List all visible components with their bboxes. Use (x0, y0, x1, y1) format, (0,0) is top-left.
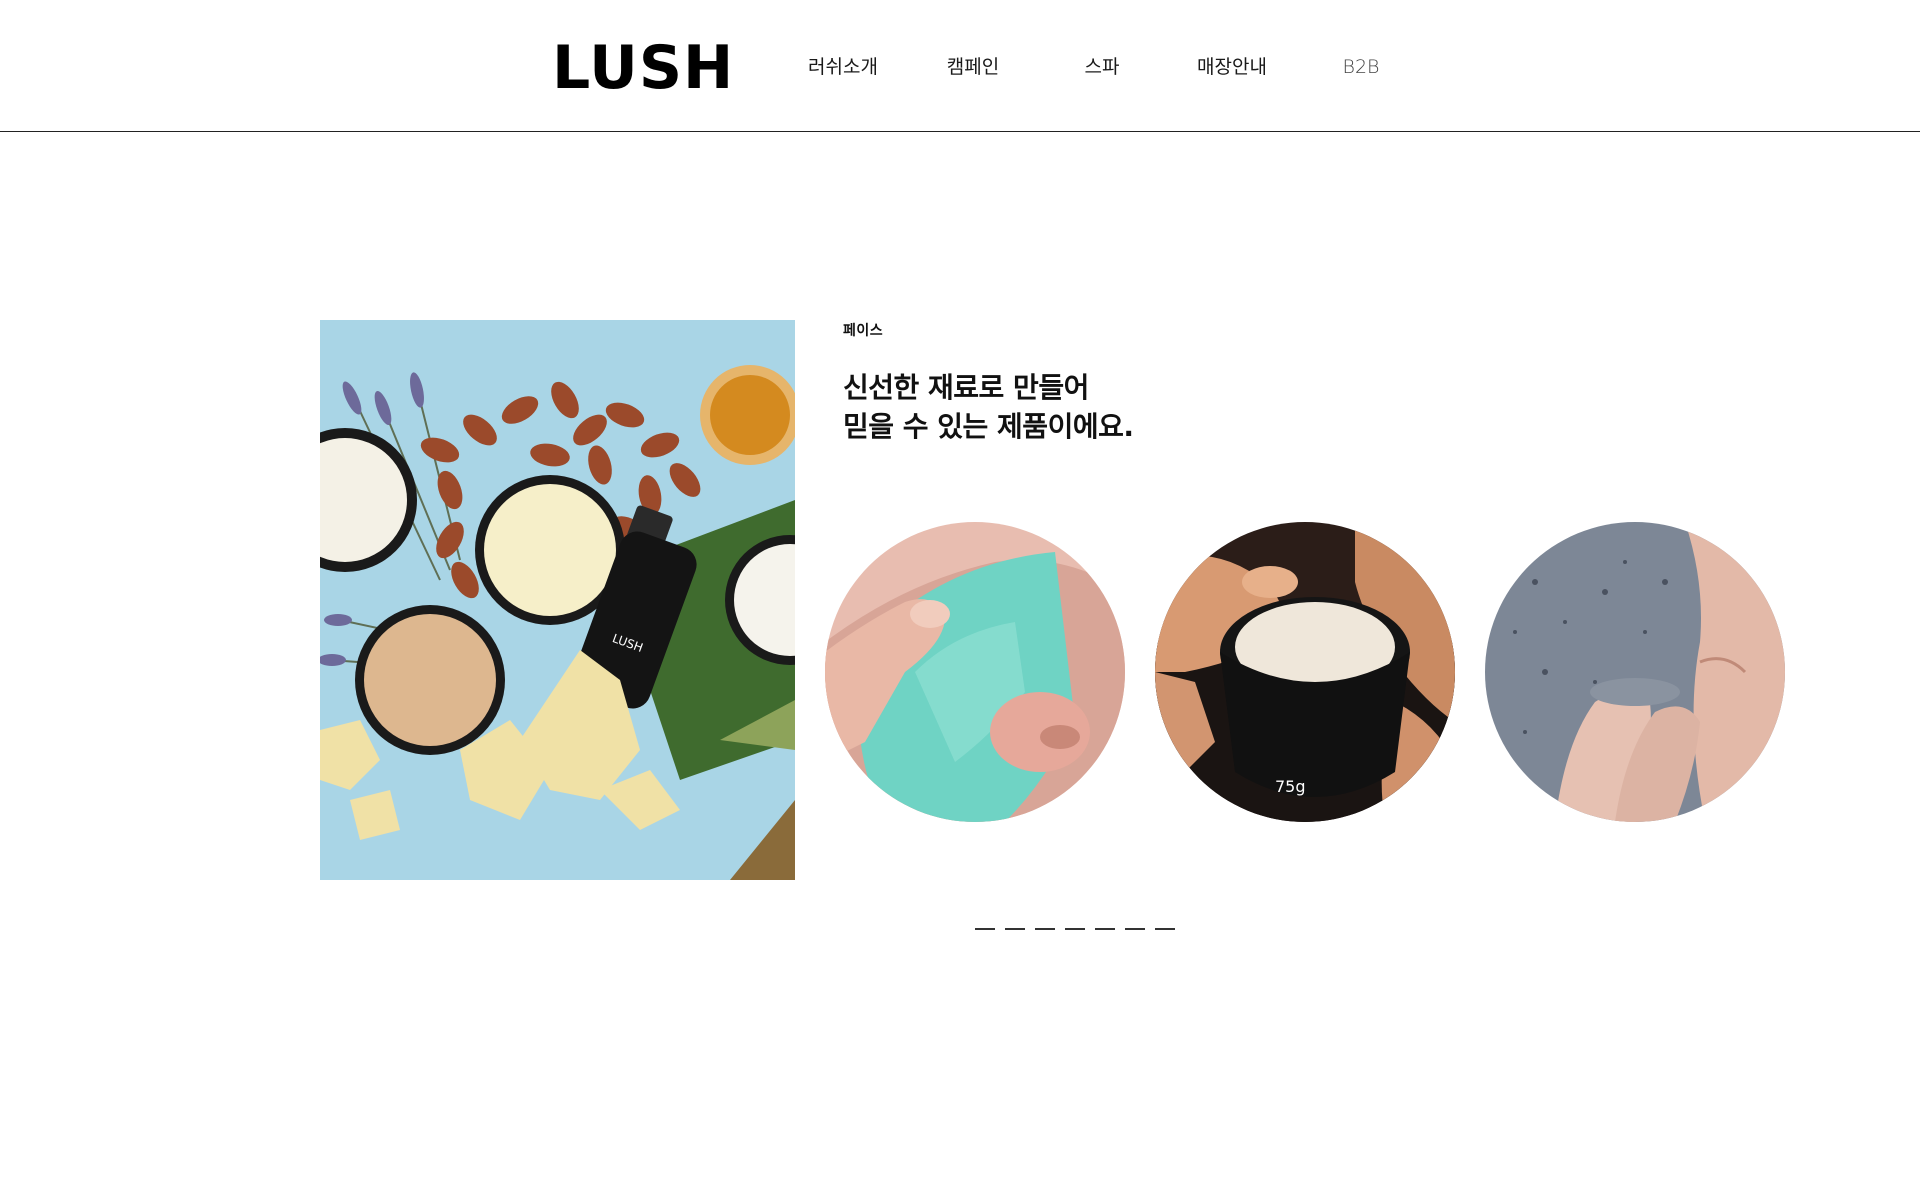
product-flatlay-illustration: LUSH (320, 320, 795, 880)
lush-logo[interactable]: LUSH (552, 32, 734, 104)
cream-jar-illustration: 75g (1155, 522, 1455, 822)
circle-image-grey-mask[interactable] (1485, 522, 1785, 822)
nav-item-stores[interactable]: 매장안내 (1197, 52, 1267, 82)
teal-mask-illustration (825, 522, 1125, 822)
nav-item-campaign[interactable]: 캠페인 (947, 52, 999, 82)
site-header: LUSH 러쉬소개 캠페인 스파 매장안내 B2B (0, 0, 1920, 132)
page-indicator-7[interactable] (1155, 928, 1175, 930)
page-indicator-4[interactable] (1065, 928, 1085, 930)
headline-line-2: 믿을 수 있는 제품이에요. (843, 410, 1134, 443)
circle-image-teal-mask[interactable] (825, 522, 1125, 822)
circle-image-cream-jar[interactable]: 75g (1155, 522, 1455, 822)
page-indicator-1[interactable] (975, 928, 995, 930)
feature-headline: 신선한 재료로 만들어 믿을 수 있는 제품이에요. (843, 368, 1363, 446)
headline-line-1: 신선한 재료로 만들어 (843, 371, 1089, 404)
page-indicator-6[interactable] (1125, 928, 1145, 930)
nav-item-spa[interactable]: 스파 (1085, 52, 1120, 82)
nav-item-about[interactable]: 러쉬소개 (808, 52, 878, 82)
page-indicator-3[interactable] (1035, 928, 1055, 930)
grey-mask-illustration (1485, 522, 1785, 822)
page-indicator-2[interactable] (1005, 928, 1025, 930)
category-label: 페이스 (843, 323, 884, 339)
hero-product-image: LUSH (320, 320, 795, 880)
svg-text:75g: 75g (1275, 777, 1306, 796)
nav-item-b2b[interactable]: B2B (1343, 52, 1380, 82)
page-indicator-5[interactable] (1095, 928, 1115, 930)
